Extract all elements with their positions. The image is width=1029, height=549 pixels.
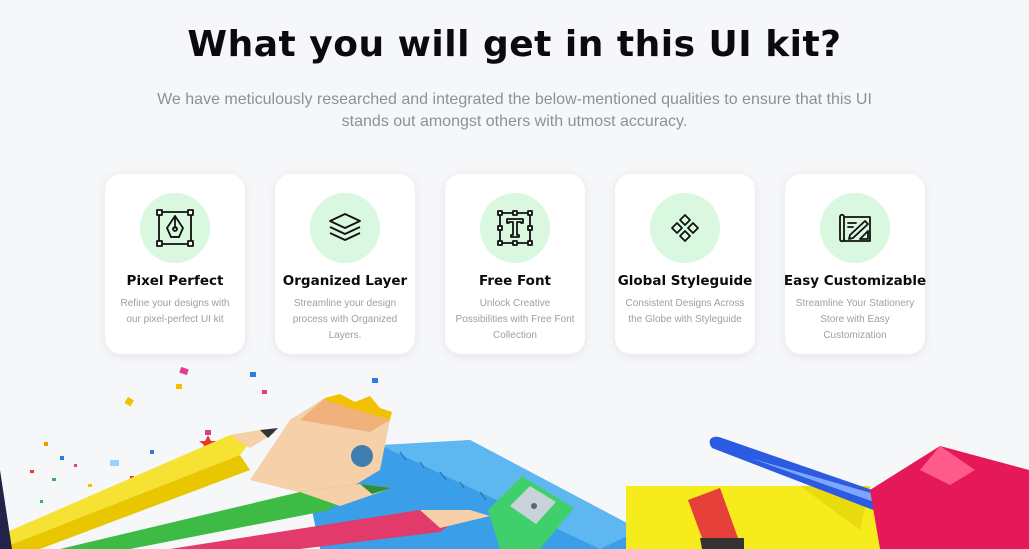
feature-title: Free Font [478,273,552,289]
feature-description: Consistent Designs Across the Globe with… [625,298,745,325]
feature-card-pixel-perfect: Pixel Perfect Refine your designs with o… [105,174,245,354]
pink-folder [870,446,1029,549]
pen-tool-icon [140,193,210,263]
feature-description: Refine your designs with our pixel-perfe… [120,298,230,325]
feature-title: Easy Customizable [783,273,927,289]
feature-card-easy-customizable: Easy Customizable Streamline Your Statio… [783,174,927,354]
feature-card-free-font: Free Font Unlock Creative Possibilities … [445,174,585,354]
feature-title: Global Styleguide [617,273,753,289]
blueprint-icon [820,193,890,263]
page-subtitle: We have meticulously researched and inte… [157,91,872,130]
feature-title: Organized Layer [282,273,408,289]
feature-description: Streamline your design process with Orga… [292,298,398,341]
page-title: What you will get in this UI kit? [187,24,842,65]
stationery-illustration [0,366,1029,549]
feature-card-global-styleguide: Global Styleguide Consistent Designs Acr… [615,174,755,354]
feature-description: Unlock Creative Possibilities with Free … [455,298,575,341]
components-icon [650,193,720,263]
feature-card-organized-layer: Organized Layer Streamline your design p… [275,174,415,354]
layers-icon [310,193,380,263]
feature-description: Streamline Your Stationery Store with Ea… [795,298,915,341]
feature-cards: Pixel Perfect Refine your designs with o… [105,174,927,356]
text-type-icon [480,193,550,263]
feature-title: Pixel Perfect [126,273,224,289]
left-edge-shape [0,470,12,549]
